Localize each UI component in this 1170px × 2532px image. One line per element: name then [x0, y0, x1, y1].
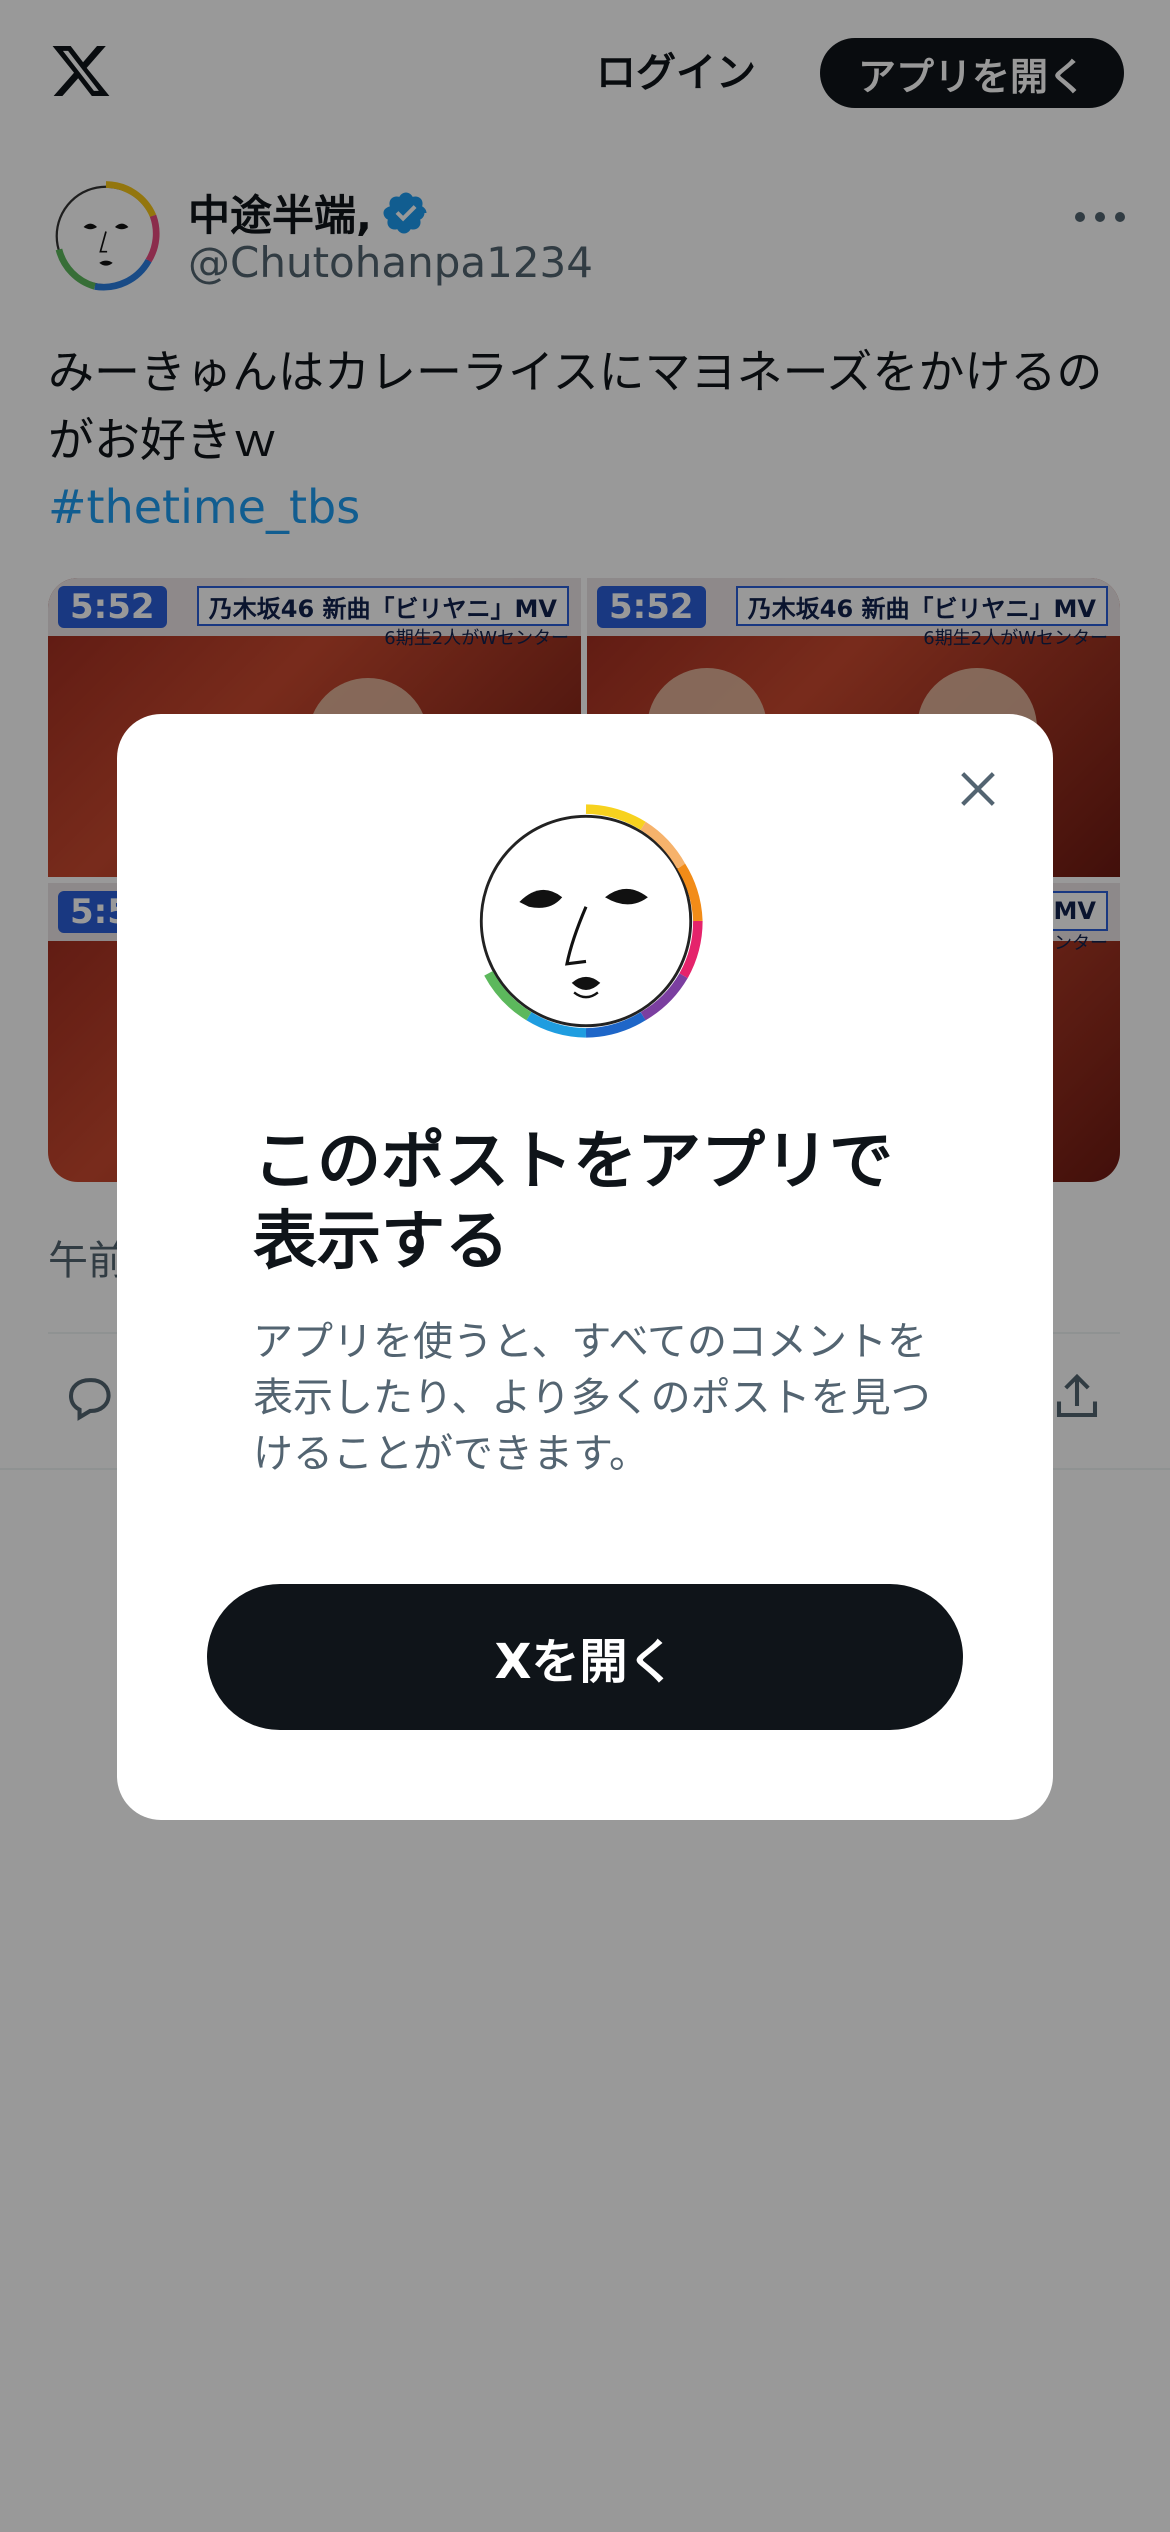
close-icon[interactable] [955, 766, 1001, 812]
open-in-app-dialog: このポストをアプリで表示する アプリを使うと、すべてのコメントを表示したり、より… [117, 714, 1053, 1820]
open-x-button[interactable]: Xを開く [207, 1584, 963, 1730]
dialog-description: アプリを使うと、すべてのコメントを表示したり、より多くのポストを見つけることがで… [253, 1319, 931, 1477]
profile-avatar-large [479, 804, 703, 1038]
dialog-title: このポストをアプリで表示する [253, 1125, 893, 1279]
